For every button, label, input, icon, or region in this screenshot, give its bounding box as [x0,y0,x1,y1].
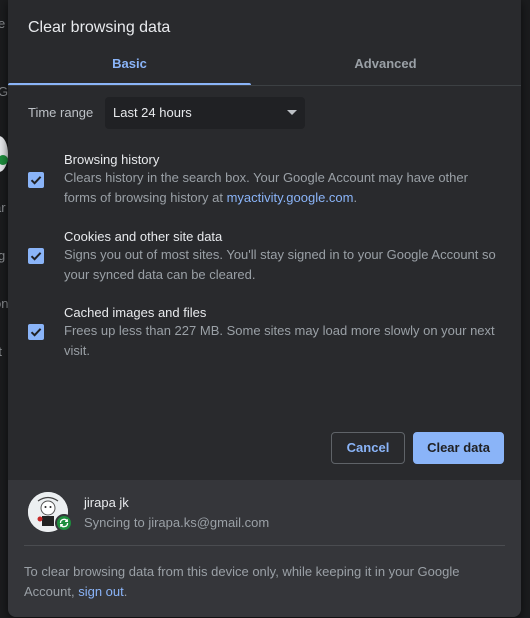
time-range-label: Time range [28,105,94,120]
option-cookies: Cookies and other site data Signs you ou… [8,227,521,297]
background-text: ar [0,200,6,215]
chevron-down-icon [287,110,297,115]
time-range-value: Last 24 hours [113,105,192,120]
selected-tab-indicator [8,83,251,85]
time-range-select[interactable]: Last 24 hours [105,97,305,129]
dialog-title: Clear browsing data [28,19,171,36]
clear-data-button[interactable]: Clear data [413,432,504,464]
browsing-history-desc-end: . [353,190,358,205]
check-icon [30,252,42,261]
tab-advanced[interactable]: Advanced [264,44,507,84]
clear-browsing-data-dialog: Clear browsing data Basic Advanced Time … [8,0,521,617]
account-name: jirapa jk [84,495,129,510]
account-footer: jirapa jk Syncing to jirapa.ks@gmail.com… [8,480,521,617]
check-icon [30,176,42,185]
cookies-title: Cookies and other site data [64,229,223,244]
cached-images-description: Frees up less than 227 MB. Some sites ma… [64,323,495,358]
cookies-checkbox[interactable] [28,248,44,264]
footer-divider [24,545,505,546]
browsing-history-title: Browsing history [64,152,160,167]
tab-bar: Basic Advanced [8,44,521,86]
background-sync-icon [0,155,8,165]
sync-arrows-icon [59,518,69,528]
cancel-button[interactable]: Cancel [331,432,405,464]
background-text: e [0,16,6,31]
background-avatar [0,136,8,172]
browsing-history-checkbox[interactable] [28,172,44,188]
cookies-description: Signs you out of most sites. You'll stay… [64,247,496,282]
browsing-history-description: Clears history in the search box. Your G… [64,168,504,208]
sign-out-link[interactable]: sign out [78,584,124,599]
cached-images-checkbox[interactable] [28,324,44,340]
background-text: g [0,248,6,263]
cached-images-title: Cached images and files [64,305,207,320]
option-cached-images: Cached images and files Frees up less th… [8,303,521,373]
background-text: rt [0,344,2,359]
check-icon [30,328,42,337]
option-browsing-history: Browsing history Clears history in the s… [8,150,521,220]
account-sync-status: Syncing to jirapa.ks@gmail.com [84,515,270,530]
footer-note-end: . [123,584,128,599]
tab-basic[interactable]: Basic [8,44,251,85]
footer-note: To clear browsing data from this device … [24,562,494,602]
tab-advanced-label: Advanced [354,56,417,71]
tab-basic-label: Basic [112,56,147,71]
myactivity-link[interactable]: myactivity.google.com [227,190,354,205]
sync-icon [55,514,73,532]
background-text: G [0,84,9,99]
